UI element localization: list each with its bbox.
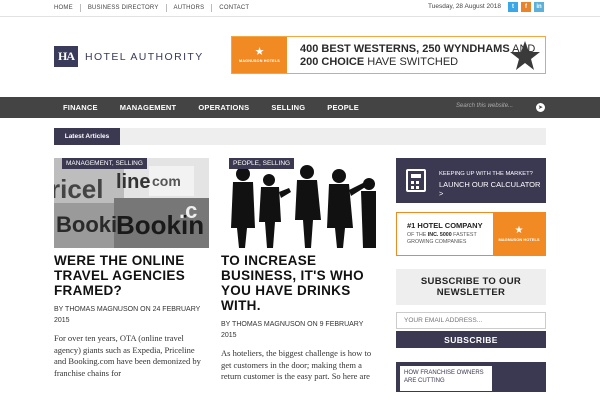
header-banner-ad[interactable]: ★ MAGNUSON HOTELS 400 BEST WESTERNS, 250… <box>231 36 546 74</box>
newsletter-subscribe: SUBSCRIBE TO OUR NEWSLETTER SUBSCRIBE <box>396 269 546 348</box>
nav-operations[interactable]: OPERATIONS <box>198 103 249 112</box>
header-ad-text: 400 BEST WESTERNS, 250 WYNDHAMS AND 200 … <box>300 43 535 69</box>
logo-mark: HA <box>54 46 78 67</box>
inc-line-b: INC. 5000 <box>427 232 452 238</box>
badge-brand: MAGNUSON HOTELS <box>498 237 540 242</box>
ad-line1-b: 250 WYNDHAMS <box>422 43 510 55</box>
magnuson-badge: ★ MAGNUSON HOTELS <box>493 213 545 255</box>
meta-by: BY <box>54 306 64 313</box>
meta-on: ON <box>140 306 151 313</box>
site-logo[interactable]: HA HOTEL AUTHORITY <box>54 46 204 67</box>
search-submit-icon[interactable]: ➤ <box>536 103 545 112</box>
latest-articles-bar: Latest Articles <box>54 128 546 145</box>
svg-text:com: com <box>152 173 181 189</box>
svg-text:Booki: Booki <box>56 212 117 237</box>
top-nav-home[interactable]: HOME <box>47 4 80 12</box>
meta-on: ON <box>307 321 318 328</box>
inc-line-d: GROWING COMPANIES <box>407 239 467 245</box>
magnuson-badge: ★ MAGNUSON HOTELS <box>232 37 287 73</box>
nav-selling[interactable]: SELLING <box>271 103 305 112</box>
inc-line-a: OF THE <box>407 232 428 238</box>
nav-management[interactable]: MANAGEMENT <box>120 103 177 112</box>
meta-by: BY <box>221 321 231 328</box>
facebook-icon[interactable]: f <box>521 2 531 12</box>
sidebar: KEEPING UP WITH THE MARKET? LAUNCH OUR C… <box>396 158 546 392</box>
logo-text: HOTEL AUTHORITY <box>85 50 204 63</box>
large-star-icon <box>510 41 540 70</box>
franchise-ad-text: HOW FRANCHISE OWNERS ARE CUTTING <box>400 366 492 391</box>
article-meta: BY THOMAS MAGNUSON ON 9 FEBRUARY 2015 <box>221 319 376 341</box>
calculator-ad-line1: KEEPING UP WITH THE MARKET? <box>439 171 533 177</box>
article-card: MANAGEMENT, SELLING ricel line com Booki… <box>54 158 209 379</box>
article-title[interactable]: TO INCREASE BUSINESS, IT'S WHO YOU HAVE … <box>221 253 376 313</box>
ad-line1-a: 400 BEST WESTERNS, <box>300 43 423 55</box>
article-category[interactable]: MANAGEMENT, SELLING <box>62 158 147 169</box>
search-input[interactable]: Search this website... <box>456 103 513 109</box>
nav-people[interactable]: PEOPLE <box>327 103 359 112</box>
calculator-icon <box>406 169 426 192</box>
social-links: t f in <box>508 2 544 12</box>
top-nav: HOME BUSINESS DIRECTORY AUTHORS CONTACT <box>47 4 256 12</box>
current-date: Tuesday, 28 August 2018 <box>428 3 501 10</box>
star-icon: ★ <box>254 46 265 58</box>
subscribe-button[interactable]: SUBSCRIBE <box>396 331 546 348</box>
nav-finance[interactable]: FINANCE <box>63 103 98 112</box>
badge-brand: MAGNUSON HOTELS <box>239 59 280 63</box>
article-image[interactable]: PEOPLE, SELLING <box>221 158 376 248</box>
twitter-icon[interactable]: t <box>508 2 518 12</box>
top-nav-contact[interactable]: CONTACT <box>211 4 256 12</box>
article-author[interactable]: THOMAS MAGNUSON <box>65 306 138 313</box>
inc-ad-title: #1 HOTEL COMPANY <box>407 221 483 230</box>
email-field[interactable] <box>396 312 546 329</box>
inc-ad-subtitle: OF THE INC. 5000 FASTEST GROWING COMPANI… <box>407 232 477 246</box>
article-card: PEOPLE, SELLING TO INCREASE BUSINESS, IT… <box>221 158 376 383</box>
ad-line2-a: 200 CHOICE <box>300 56 365 68</box>
main-nav: FINANCE MANAGEMENT OPERATIONS SELLING PE… <box>0 97 600 118</box>
svg-text:.c: .c <box>179 198 197 223</box>
silhouettes-drinks-image <box>221 158 376 248</box>
latest-articles-label: Latest Articles <box>54 128 120 145</box>
svg-text:line: line <box>116 171 150 193</box>
inc5000-ad[interactable]: #1 HOTEL COMPANY OF THE INC. 5000 FASTES… <box>396 212 546 256</box>
article-author[interactable]: THOMAS MAGNUSON <box>232 321 305 328</box>
inc-line-c: FASTEST <box>451 232 477 238</box>
linkedin-icon[interactable]: in <box>534 2 544 12</box>
article-image[interactable]: MANAGEMENT, SELLING ricel line com Booki… <box>54 158 209 248</box>
calculator-ad-line2: LAUNCH OUR CALCULATOR > <box>439 180 541 198</box>
svg-text:ricel: ricel <box>54 174 104 204</box>
article-meta: BY THOMAS MAGNUSON ON 24 FEBRUARY 2015 <box>54 304 209 326</box>
top-nav-authors[interactable]: AUTHORS <box>165 4 212 12</box>
star-icon: ★ <box>514 225 524 236</box>
ad-line2-b: HAVE SWITCHED <box>364 56 459 68</box>
article-excerpt: As hoteliers, the biggest challenge is h… <box>221 348 372 381</box>
top-utility-bar: HOME BUSINESS DIRECTORY AUTHORS CONTACT … <box>0 0 600 17</box>
calculator-ad[interactable]: KEEPING UP WITH THE MARKET? LAUNCH OUR C… <box>396 158 546 203</box>
article-title[interactable]: WERE THE ONLINE TRAVEL AGENCIES FRAMED? <box>54 253 209 298</box>
article-excerpt: For over ten years, OTA (online travel a… <box>54 333 201 378</box>
article-category[interactable]: PEOPLE, SELLING <box>229 158 295 169</box>
franchise-ad[interactable]: HOW FRANCHISE OWNERS ARE CUTTING <box>396 362 546 392</box>
newsletter-title: SUBSCRIBE TO OUR NEWSLETTER <box>396 269 546 305</box>
ota-collage-image: ricel line com Booki Bookin .c <box>54 158 209 248</box>
top-nav-business-directory[interactable]: BUSINESS DIRECTORY <box>79 4 166 12</box>
